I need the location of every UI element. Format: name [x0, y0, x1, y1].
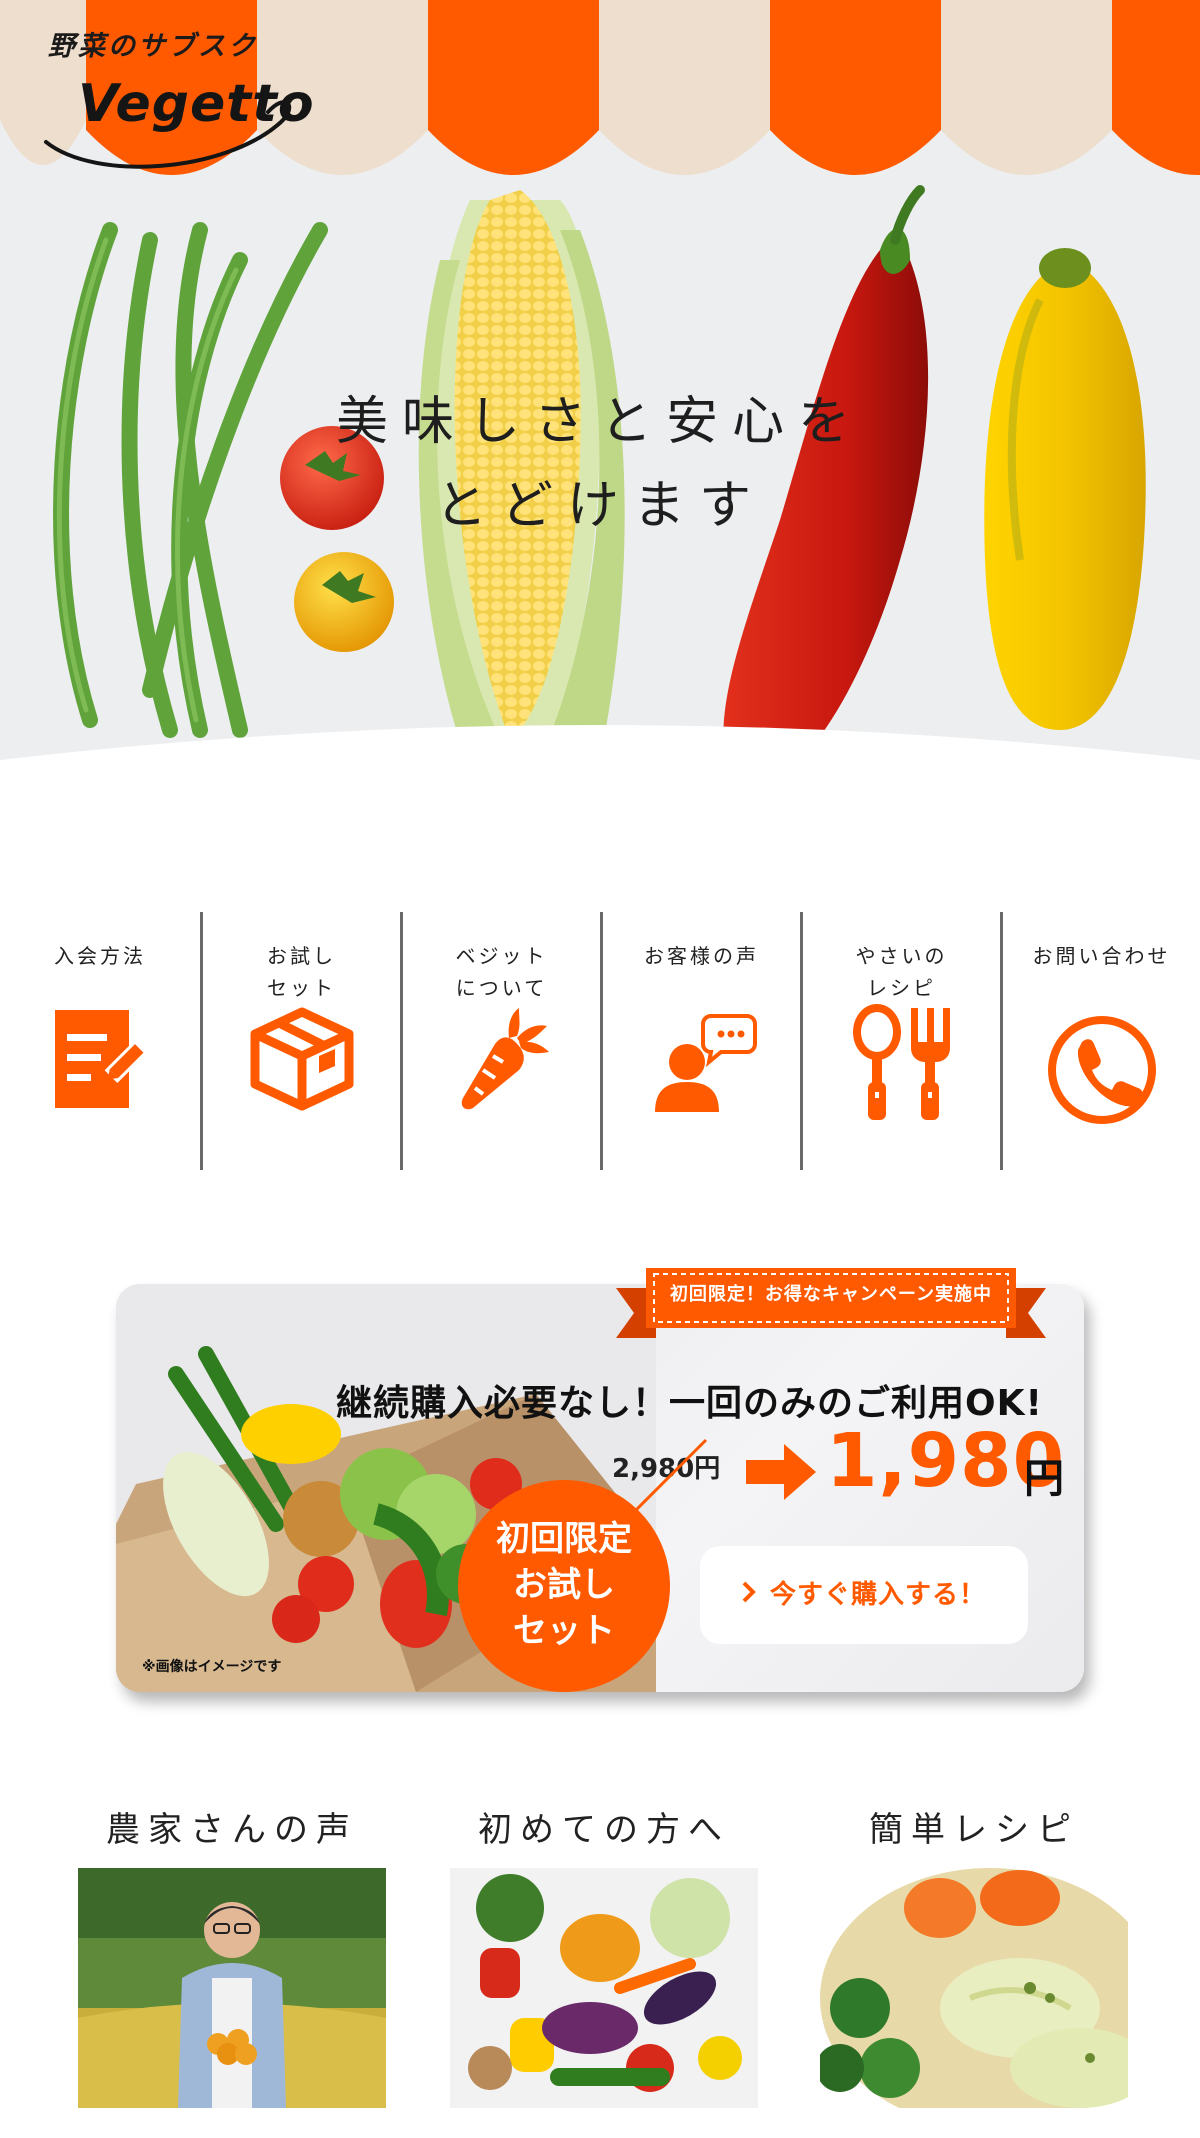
spoon-fork-icon	[852, 1004, 950, 1120]
arrow-right-icon	[746, 1444, 816, 1500]
buy-now-button[interactable]: 今すぐ購入する！	[700, 1546, 1028, 1644]
nav-label: お問い合わせ	[1032, 944, 1171, 968]
nav-item-recipes[interactable]: やさいの レシピ	[800, 912, 1000, 1170]
nav-label: お客様の声	[644, 944, 759, 968]
hero-section: 野菜のサブスク Vegetto 美味しさと安心を とどけます	[0, 0, 1200, 820]
nav-item-about-vegetto[interactable]: ベジット について	[400, 912, 600, 1170]
vegetables-photo	[450, 1868, 758, 2108]
nav-item-join[interactable]: 入会方法	[0, 912, 200, 1170]
nav-item-contact[interactable]: お問い合わせ	[1000, 912, 1200, 1170]
trial-set-badge: 初回限定 お試し セット	[458, 1480, 670, 1692]
card-easy-recipe[interactable]: 簡単レシピ	[820, 1800, 1128, 2108]
logo-name: Vegetto	[78, 74, 315, 134]
nav-label: ベジット について	[455, 944, 548, 1000]
chevron-right-icon	[742, 1546, 756, 1644]
customer-speech-icon	[654, 1014, 757, 1112]
nav-label: 入会方法	[54, 944, 146, 968]
farmer-photo	[78, 1868, 386, 2108]
card-title: 初めての方へ	[478, 1810, 730, 1850]
card-first-time[interactable]: 初めての方へ	[450, 1800, 758, 2108]
campaign-banner[interactable]: ※画像はイメージです 初回限定！お得なキャンペーン実施中 継続購入必要なし！一回…	[116, 1268, 1084, 1692]
nav-label: やさいの レシピ	[855, 944, 948, 1000]
badge-line3: セット	[513, 1611, 615, 1651]
card-title: 農家さんの声	[106, 1810, 358, 1850]
card-farmer-voice[interactable]: 農家さんの声	[78, 1800, 386, 2108]
box-icon	[250, 1007, 353, 1111]
phone-icon	[1047, 1016, 1156, 1124]
badge-line1: 初回限定	[496, 1519, 632, 1559]
card-title: 簡単レシピ	[869, 1810, 1079, 1850]
nav-item-customer-voice[interactable]: お客様の声	[600, 912, 800, 1170]
price-yen: 円	[1024, 1456, 1064, 1502]
logo-tagline: 野菜のサブスク	[48, 31, 258, 62]
buy-now-label: 今すぐ購入する！	[769, 1580, 986, 1610]
nav-item-trial-set[interactable]: お試し セット	[200, 912, 400, 1170]
hero-copy-line2: とどけます	[434, 476, 765, 536]
ribbon-text: 初回限定！お得なキャンペーン実施中	[669, 1284, 993, 1305]
icon-navigation: 入会方法 お試し セット ベジット について お客様の声 やさいの レシピ お問…	[0, 912, 1200, 1170]
nav-label: お試し セット	[267, 944, 336, 1000]
form-pencil-icon	[55, 1010, 149, 1108]
carrot-icon	[461, 1008, 549, 1110]
recipe-photo	[820, 1868, 1128, 2108]
site-logo[interactable]: 野菜のサブスク Vegetto	[36, 18, 316, 169]
hero-copy-line1: 美味しさと安心を	[335, 392, 864, 452]
hero-copy: 美味しさと安心を とどけます	[0, 380, 1200, 548]
badge-line2: お試し	[513, 1565, 615, 1605]
image-note: ※画像はイメージです	[142, 1659, 282, 1675]
